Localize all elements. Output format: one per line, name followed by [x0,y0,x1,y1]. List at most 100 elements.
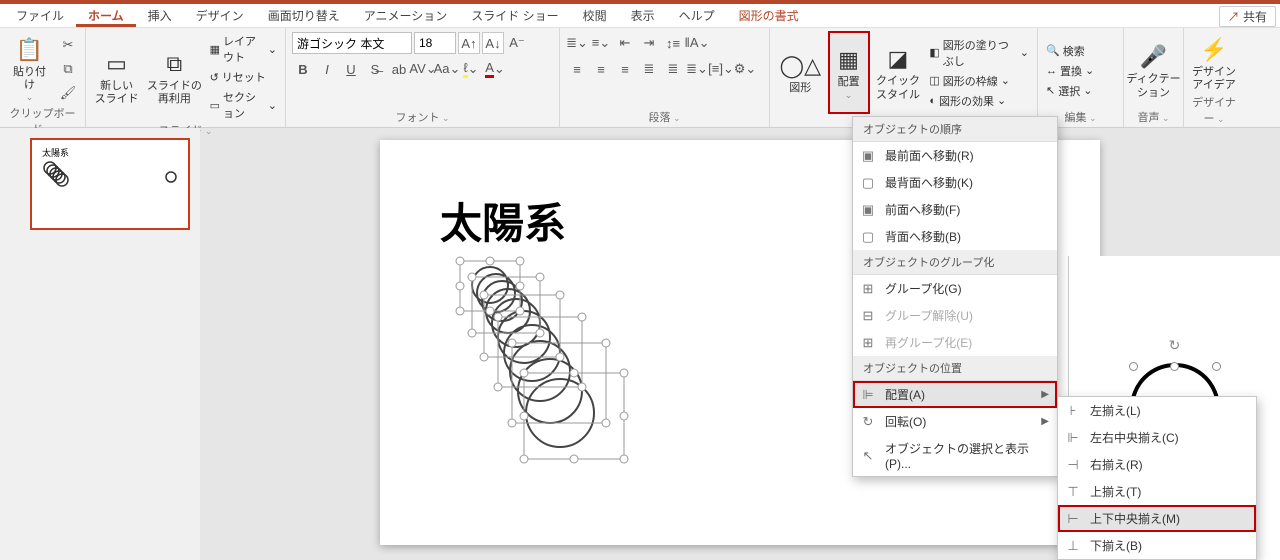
menubar: ファイル ホーム 挿入 デザイン 画面切り替え アニメーション スライド ショー… [0,4,1280,28]
ribbon: 📋 貼り付け ⌄ ✂ ⧉ 🖌 クリップボード ▭ 新しい スライド ⧉ スライド… [0,28,1280,128]
justify-button[interactable]: ≣ [638,58,660,80]
align-top-item[interactable]: ⊤上揃え(T) [1058,478,1256,505]
shape-outline-button[interactable]: ◫図形の枠線 ⌄ [927,72,1031,90]
search-icon: 🔍 [1046,44,1060,57]
fill-icon: ◧ [929,46,939,59]
section-button[interactable]: ▭セクション ⌄ [208,88,279,122]
selection-pane-item[interactable]: ↖オブジェクトの選択と表示(P)... [853,435,1057,476]
share-button[interactable]: 共有 [1219,6,1276,27]
align-text-button[interactable]: [≡]⌄ [710,58,732,80]
columns-button[interactable]: ≣⌄ [686,58,708,80]
decrease-indent-button[interactable]: ⇤ [614,32,636,54]
align-center-button[interactable]: ≡ [590,58,612,80]
italic-button[interactable]: I [316,58,338,80]
align-bottom-item[interactable]: ⊥下揃え(B) [1058,532,1256,559]
tab-animations[interactable]: アニメーション [352,4,460,27]
bring-forward-item[interactable]: ▣前面へ移動(F) [853,196,1057,223]
change-case-button[interactable]: Aa⌄ [436,58,458,80]
group-label-voice: 音声 [1130,109,1177,125]
align-center-h-item[interactable]: ⊩左右中央揃え(C) [1058,424,1256,451]
align-middle-v-item[interactable]: ⊢上下中央揃え(M) [1058,505,1256,532]
smartart-button[interactable]: ⚙⌄ [734,58,756,80]
strike-button[interactable]: S̶ [364,58,386,80]
rotate-handle-icon[interactable]: ↻ [1169,337,1181,354]
tab-review[interactable]: 校閲 [571,4,619,27]
ungroup-item: ⊟グループ解除(U) [853,302,1057,329]
align-right-icon: ⊣ [1064,457,1082,473]
cut-button[interactable]: ✂ [57,34,79,56]
paste-button[interactable]: 📋 貼り付け ⌄ [6,32,53,105]
reset-button[interactable]: ↺リセット [208,68,279,86]
copy-button[interactable]: ⧉ [57,58,79,80]
decrease-font-button[interactable]: A↓ [482,32,504,54]
tab-help[interactable]: ヘルプ [667,4,727,27]
new-slide-button[interactable]: ▭ 新しい スライド [92,32,141,122]
align-left-icon: ⊦ [1064,403,1082,419]
char-spacing-button[interactable]: AV⌄ [412,58,434,80]
slide-title[interactable]: 太陽系 [440,190,566,251]
align-middle-v-icon: ⊢ [1064,511,1082,527]
layout-button[interactable]: ▦レイアウト ⌄ [208,32,279,66]
thumbnail-pane[interactable]: 1 太陽系 [0,128,200,560]
arrange-button[interactable]: ▦ 配置 ⌄ [829,32,869,113]
align-icon: ⊫ [859,387,877,403]
align-left-item[interactable]: ⊦左揃え(L) [1058,397,1256,424]
reuse-slides-button[interactable]: ⧉ スライドの 再利用 [145,32,203,122]
tab-design[interactable]: デザイン [184,4,256,27]
find-button[interactable]: 🔍検索 [1044,42,1096,60]
shapes-button[interactable]: ◯△ 図形 [776,32,825,113]
font-size-combo[interactable] [414,32,456,54]
tab-file[interactable]: ファイル [4,4,76,27]
slide-thumbnail[interactable]: 太陽系 [30,138,190,230]
menu-header-position: オブジェクトの位置 [853,356,1057,381]
distribute-button[interactable]: ≣ [662,58,684,80]
rotate-submenu-item[interactable]: ↻回転(O)▶ [853,408,1057,435]
select-button[interactable]: ↖選択 ⌄ [1044,82,1096,100]
bold-button[interactable]: B [292,58,314,80]
send-to-back-item[interactable]: ▢最背面へ移動(K) [853,169,1057,196]
replace-button[interactable]: ↔置換 ⌄ [1044,62,1096,80]
tab-view[interactable]: 表示 [619,4,667,27]
shape-fill-button[interactable]: ◧図形の塗りつぶし ⌄ [927,36,1031,70]
clear-format-button[interactable]: A⁻ [506,32,528,54]
increase-font-button[interactable]: A↑ [458,32,480,54]
align-right-item[interactable]: ⊣右揃え(R) [1058,451,1256,478]
underline-button[interactable]: U [340,58,362,80]
highlight-button[interactable]: ℓ⌄ [460,58,482,80]
shadow-button[interactable]: ab [388,58,410,80]
tab-transitions[interactable]: 画面切り替え [256,4,352,27]
tab-slideshow[interactable]: スライド ショー [459,4,570,27]
font-name-combo[interactable] [292,32,412,54]
group-label-font: フォント [292,109,553,125]
text-direction-button[interactable]: ‖A⌄ [686,32,708,54]
format-painter-button[interactable]: 🖌 [57,82,79,104]
selected-shapes[interactable] [450,255,650,500]
arrange-menu: オブジェクトの順序 ▣最前面へ移動(R) ▢最背面へ移動(K) ▣前面へ移動(F… [852,116,1058,477]
increase-indent-button[interactable]: ⇥ [638,32,660,54]
bring-front-icon: ▣ [859,148,877,164]
tab-insert[interactable]: 挿入 [136,4,184,27]
tab-shape-format[interactable]: 図形の書式 [727,4,811,27]
align-right-button[interactable]: ≡ [614,58,636,80]
align-submenu-item[interactable]: ⊫配置(A)▶ [853,381,1057,408]
font-color-button[interactable]: A⌄ [484,58,506,80]
bring-to-front-item[interactable]: ▣最前面へ移動(R) [853,142,1057,169]
menu-header-order: オブジェクトの順序 [853,117,1057,142]
reuse-slides-icon: ⧉ [166,48,182,80]
numbering-button[interactable]: ≡⌄ [590,32,612,54]
send-back-icon: ▢ [859,175,877,191]
chevron-right-icon: ▶ [1041,389,1049,400]
bullets-button[interactable]: ≣⌄ [566,32,588,54]
clipboard-icon: 📋 [16,34,43,66]
group-label-paragraph: 段落 [566,109,763,125]
quick-styles-button[interactable]: ◪ クイック スタイル [873,32,924,113]
group-item[interactable]: ⊞グループ化(G) [853,275,1057,302]
tab-home[interactable]: ホーム [76,4,136,27]
shape-effects-button[interactable]: ◐図形の効果 ⌄ [927,92,1031,110]
send-backward-item[interactable]: ▢背面へ移動(B) [853,223,1057,250]
dictate-button[interactable]: 🎤 ディクテー ション [1130,32,1177,109]
design-ideas-button[interactable]: ⚡ デザイン アイデア [1190,32,1238,94]
arrange-icon: ▦ [838,44,859,76]
align-left-button[interactable]: ≡ [566,58,588,80]
line-spacing-button[interactable]: ↕≡ [662,32,684,54]
